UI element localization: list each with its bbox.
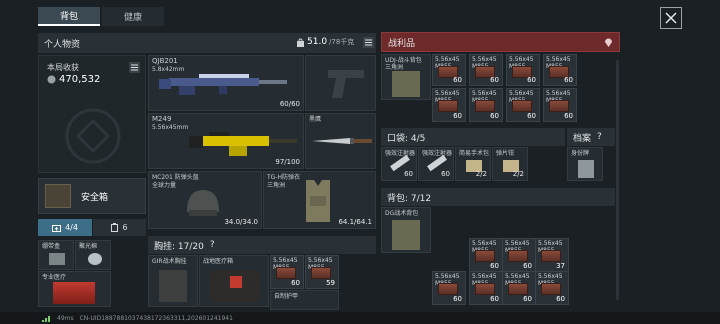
- weapon-slot-primary[interactable]: QJB201 5.8x42mm 60/60: [148, 55, 304, 111]
- machinegun-icon: [189, 132, 297, 156]
- coin-icon: [47, 75, 56, 84]
- small-item[interactable]: 绷带盒: [38, 240, 74, 270]
- medkit-slot[interactable]: 战地医疗箱: [199, 255, 269, 307]
- archive-header: 档案 ?: [567, 128, 615, 146]
- counter-tab-1[interactable]: 4/4: [38, 219, 92, 236]
- signal-icon: [42, 315, 50, 322]
- ammo-stack[interactable]: 5.56x45 M85560: [502, 271, 536, 305]
- helmet-slot[interactable]: MC201 防弹头盔 全球力量 34.0/34.0: [148, 171, 262, 229]
- ping: 49ms: [57, 314, 74, 322]
- emblem-icon: [65, 108, 121, 164]
- personal-title: 个人物资: [44, 39, 81, 50]
- counter-1-value: 4/4: [65, 223, 78, 232]
- chest-help[interactable]: ?: [210, 240, 215, 250]
- safebox-icon: [45, 184, 71, 208]
- earnings-list-button[interactable]: [129, 62, 140, 73]
- knife-icon: [312, 138, 372, 144]
- list-icon: [365, 39, 372, 46]
- archive-slot[interactable]: 身份牌: [567, 147, 603, 181]
- ammo-stack[interactable]: 5.56x45 M85560: [432, 88, 466, 122]
- loot-scrollbar[interactable]: [616, 60, 619, 300]
- ammo-stack[interactable]: 5.56x45 M85560: [469, 271, 503, 305]
- personal-menu-button[interactable]: [363, 37, 374, 48]
- counter-tab-2[interactable]: 6: [93, 219, 146, 236]
- pistol-icon: [328, 70, 364, 98]
- backpack-bag-slot[interactable]: DG战术背包: [381, 207, 431, 253]
- counter-2-value: 6: [122, 223, 128, 232]
- ammo-count: 97/100: [275, 158, 300, 166]
- ammo-stack[interactable]: 5.56x45 M85560: [506, 88, 540, 122]
- armor-slot[interactable]: TG-H防弹衣 三角洲 64.1/64.1: [263, 171, 376, 229]
- archive-help[interactable]: ?: [597, 132, 602, 142]
- pocket-header: 口袋: 4/5: [381, 128, 565, 146]
- durability: 34.0/34.0: [224, 218, 258, 226]
- backpack-title: 背包: 7/12: [387, 193, 432, 204]
- pocket-item[interactable]: 弹片钳 2/2: [492, 147, 528, 181]
- ammo-stack[interactable]: 5.56x45 M85560: [535, 271, 569, 305]
- close-icon: [665, 12, 677, 24]
- tab-backpack[interactable]: 背包: [38, 7, 100, 26]
- ammo-stack[interactable]: 5.56x45 M85560: [432, 271, 466, 305]
- weight-readout: 51.0/78千克: [296, 37, 354, 47]
- ammo-stack[interactable]: 5.56x45 M85560: [469, 238, 503, 272]
- ammo-stack[interactable]: 5.56x45 M85560: [543, 88, 577, 122]
- backpack-header: 背包: 7/12: [381, 188, 615, 206]
- ammo-stack[interactable]: 5.56x45 M85560: [506, 54, 540, 86]
- location-pin-icon[interactable]: [604, 37, 613, 48]
- vest-icon: [306, 180, 330, 222]
- helmet-icon: [187, 190, 219, 216]
- battery-icon: [111, 223, 119, 232]
- loot-header: 战利品: [381, 32, 620, 52]
- ammo-stack[interactable]: 5.56x45 M85560: [543, 54, 577, 86]
- capacity-value: 51.0: [307, 37, 328, 47]
- rifle-icon: [159, 74, 287, 95]
- archive-title: 档案: [573, 133, 592, 144]
- pocket-item[interactable]: 简易手术包 2/2: [455, 147, 491, 181]
- safebox-label: 安全箱: [81, 193, 109, 203]
- ammo-count: 60/60: [279, 100, 300, 108]
- ammo-stack[interactable]: 5.56x45 M85537: [535, 238, 569, 272]
- loot-title: 战利品: [388, 38, 416, 49]
- capacity-max: /78千克: [329, 38, 355, 46]
- ammo-stack[interactable]: 5.56x45 M85560: [270, 255, 304, 289]
- earnings-value: 470,532: [59, 74, 101, 85]
- weight-icon: [297, 38, 304, 47]
- armor-item[interactable]: 自制护甲: [270, 290, 339, 310]
- small-item[interactable]: 专业医疗: [38, 271, 111, 307]
- loot-bag-slot[interactable]: UDJ-战斗背包 三角洲: [381, 54, 431, 100]
- medkit-icon: [52, 224, 62, 232]
- ammo-stack[interactable]: 5.56x45 M85560: [469, 54, 503, 86]
- tab-health[interactable]: 健康: [102, 7, 164, 26]
- knife-slot[interactable]: 黑鹰: [305, 113, 376, 169]
- chest-header: 胸挂: 17/20 ?: [148, 236, 376, 254]
- uid: CN-UID1887881037438172363311,20260124194…: [79, 314, 233, 322]
- pistol-slot[interactable]: [305, 55, 376, 111]
- safebox-slot[interactable]: 安全箱: [38, 178, 146, 214]
- close-button[interactable]: [660, 7, 682, 29]
- status-bar: 49ms CN-UID1887881037438172363311,202601…: [0, 312, 720, 324]
- pocket-title: 口袋: 4/5: [387, 133, 426, 144]
- durability: 64.1/64.1: [338, 218, 372, 226]
- ammo-stack[interactable]: 5.56x45 M85560: [469, 88, 503, 122]
- earnings-panel: 本局收获 470,532: [38, 55, 146, 173]
- chest-title: 胸挂: 17/20: [154, 241, 204, 252]
- list-icon: [131, 64, 138, 71]
- earnings-value-row: 470,532: [47, 74, 100, 85]
- weapon-slot-secondary[interactable]: M249 5.56x45mm 97/100: [148, 113, 304, 169]
- chest-rig-slot[interactable]: GIR战术胸挂: [148, 255, 198, 307]
- earnings-label: 本局收获: [47, 63, 79, 72]
- small-item[interactable]: 聚光棉: [75, 240, 111, 270]
- ammo-stack[interactable]: 5.56x45 M85560: [502, 238, 536, 272]
- ammo-stack[interactable]: 5.56x45 M85559: [305, 255, 339, 289]
- pocket-item[interactable]: 强效注射器 60: [381, 147, 417, 181]
- ammo-stack[interactable]: 5.56x45 M85560: [432, 54, 466, 86]
- pocket-item[interactable]: 强效注射器 60: [418, 147, 454, 181]
